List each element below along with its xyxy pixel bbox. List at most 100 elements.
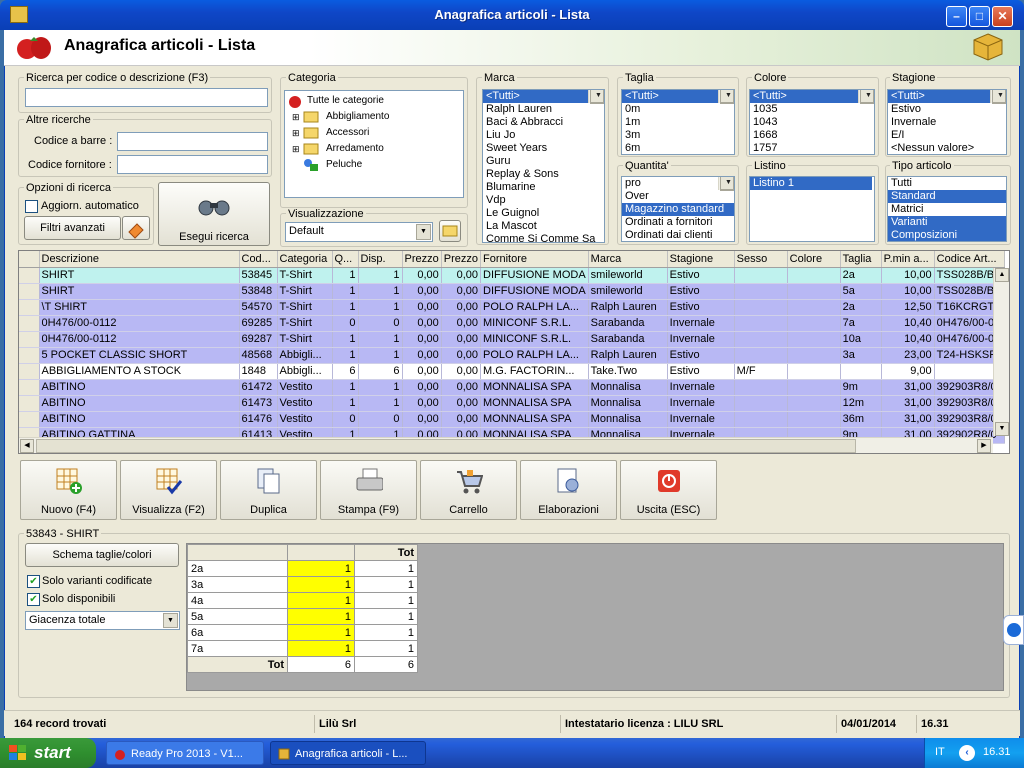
scrollbar[interactable]: ▲▼	[718, 177, 734, 191]
chevron-up-icon[interactable]: ▲	[995, 268, 1009, 282]
table-row[interactable]: ABITINO 61476 Vestito 0 0 0,00 0,00 MONNALISA S…	[19, 411, 1005, 428]
list-item[interactable]: 1043	[750, 116, 874, 129]
scrollbar[interactable]: ▲▼	[718, 90, 734, 104]
scrollbar[interactable]: ▲▼	[858, 90, 874, 104]
list-item[interactable]: <Nessun valore>	[888, 142, 1006, 154]
window-title-bar[interactable]: Anagrafica articoli - Lista – □ ✕	[0, 0, 1024, 30]
grid-vscrollbar[interactable]: ▲ ▼	[993, 268, 1009, 436]
articles-grid[interactable]: Descrizione Cod... Categoria Q... Disp. Prezz…	[18, 250, 1010, 454]
table-row[interactable]: ABITINO 61472 Vestito 1 1 0,00 0,00 MONNALISA S…	[19, 379, 1005, 396]
table-row[interactable]: ABBIGLIAMENTO A STOCK 1848 Abbigli... 6 6 0,0…	[19, 363, 1005, 380]
category-item[interactable]: Abbigliamento	[323, 110, 389, 123]
table-row[interactable]: SHIRT 53845 T-Shirt 1 1 0,00 0,00 DIFFUSIONE MO…	[19, 267, 1005, 284]
taskbar-item-anagrafica[interactable]: Anagrafica articoli - L...	[270, 741, 426, 765]
size-qty-cell[interactable]: 1	[287, 624, 355, 641]
barcode-input[interactable]	[117, 132, 268, 151]
list-item[interactable]: <Tutti>	[483, 90, 604, 103]
expand-icon[interactable]: ⊞	[289, 127, 300, 140]
chevron-left-icon[interactable]: ◀	[20, 439, 34, 453]
list-item[interactable]: Replay & Sons	[483, 168, 604, 181]
list-item[interactable]: Comme Si Comme Sa	[483, 233, 604, 242]
close-button[interactable]: ✕	[992, 6, 1013, 27]
list-item[interactable]: 1035	[750, 103, 874, 116]
size-qty-cell[interactable]: 1	[287, 592, 355, 609]
scroll-thumb[interactable]	[36, 439, 856, 453]
view-select[interactable]: Default	[285, 222, 433, 242]
row-indicator[interactable]	[19, 347, 40, 364]
row-indicator[interactable]	[19, 379, 40, 396]
chevron-right-icon[interactable]: ▶	[977, 439, 991, 453]
view-button[interactable]: Visualizza (F2)	[120, 460, 217, 520]
taskbar-item-readypro[interactable]: Ready Pro 2013 - V1...	[106, 741, 264, 765]
chevron-down-icon[interactable]: ▼	[416, 224, 431, 240]
category-tree[interactable]: Tutte le categorie ⊞ Abbigliamento ⊞ Acc…	[284, 90, 464, 198]
column-header[interactable]: Sesso	[734, 251, 788, 268]
list-item[interactable]: Le Guignol	[483, 207, 604, 220]
list-item[interactable]: 1m	[622, 116, 734, 129]
list-item[interactable]: Matrici	[888, 203, 1006, 216]
only-available-checkbox[interactable]: ✔	[27, 593, 40, 606]
list-item[interactable]: Composizioni	[888, 229, 1006, 241]
list-item[interactable]: Blumarine	[483, 181, 604, 194]
table-row[interactable]: 0H476/00-0112 69287 T-Shirt 1 1 0,00 0,00 MINIC…	[19, 331, 1005, 348]
column-header[interactable]: Prezzo	[402, 251, 442, 268]
new-button[interactable]: Nuovo (F4)	[20, 460, 117, 520]
cart-button[interactable]: Carrello	[420, 460, 517, 520]
price-list-list[interactable]: Listino 1	[749, 176, 875, 242]
column-header[interactable]: Stagione	[667, 251, 735, 268]
row-indicator[interactable]	[19, 363, 40, 380]
row-indicator[interactable]	[19, 331, 40, 348]
only-coded-checkbox[interactable]: ✔	[27, 575, 40, 588]
size-color-schema-button[interactable]: Schema taglie/colori	[25, 543, 179, 567]
row-indicator[interactable]	[19, 299, 40, 316]
language-indicator[interactable]: IT	[935, 746, 945, 758]
column-header[interactable]: Taglia	[840, 251, 882, 268]
table-row[interactable]: ABITINO 61473 Vestito 1 1 0,00 0,00 MONNALISA S…	[19, 395, 1005, 412]
open-view-button[interactable]	[439, 220, 461, 242]
row-indicator[interactable]	[19, 395, 40, 412]
row-indicator[interactable]	[19, 267, 40, 284]
column-header[interactable]: Colore	[787, 251, 841, 268]
category-item[interactable]: Accessori	[323, 126, 369, 139]
row-indicator[interactable]	[19, 411, 40, 428]
season-list[interactable]: <Tutti> Estivo Invernale E/I <Nessun val…	[887, 89, 1007, 155]
category-item[interactable]: Peluche	[323, 158, 362, 171]
scrollbar[interactable]: ▲▼	[990, 90, 1006, 104]
process-button[interactable]: Elaborazioni	[520, 460, 617, 520]
list-item[interactable]: La Mascot	[483, 220, 604, 233]
list-item[interactable]: Standard	[888, 190, 1006, 203]
clear-filter-button[interactable]	[122, 216, 150, 240]
list-item[interactable]: Guru	[483, 155, 604, 168]
table-row[interactable]: 5 POCKET CLASSIC SHORT 48568 Abbigli... 1 1 0…	[19, 347, 1005, 364]
category-root[interactable]: Tutte le categorie	[304, 94, 384, 107]
expand-icon[interactable]: ⊞	[289, 111, 300, 124]
duplicate-button[interactable]: Duplica	[220, 460, 317, 520]
list-item[interactable]: Listino 1	[750, 177, 872, 190]
list-item[interactable]: 3m	[622, 129, 734, 142]
table-row[interactable]: 0H476/00-0112 69285 T-Shirt 0 0 0,00 0,00 MINIC…	[19, 315, 1005, 332]
print-button[interactable]: Stampa (F9)	[320, 460, 417, 520]
start-button[interactable]: start	[0, 738, 96, 768]
table-row[interactable]: SHIRT 53848 T-Shirt 1 1 0,00 0,00 DIFFUSIONE MO…	[19, 283, 1005, 300]
list-item[interactable]: Over	[622, 190, 734, 203]
chevron-left-icon[interactable]: ‹	[959, 745, 975, 761]
list-item[interactable]: Baci & Abbracci	[483, 116, 604, 129]
chevron-down-icon[interactable]: ▼	[163, 613, 178, 628]
column-header[interactable]: P.min a...	[881, 251, 935, 268]
column-header[interactable]: Categoria	[277, 251, 333, 268]
size-qty-cell[interactable]: 1	[287, 560, 355, 577]
list-item[interactable]: Estivo	[888, 103, 1006, 116]
list-item[interactable]: Sweet Years	[483, 142, 604, 155]
size-qty-cell[interactable]: 1	[287, 640, 355, 657]
color-list[interactable]: <Tutti> 1035 1043 1668 1757 ▲▼	[749, 89, 875, 155]
column-header[interactable]: Marca	[588, 251, 668, 268]
column-header[interactable]: Codice Art...	[934, 251, 1005, 268]
list-item[interactable]: Magazzino standard	[622, 203, 734, 216]
row-indicator[interactable]	[19, 283, 40, 300]
column-header[interactable]: Disp.	[358, 251, 403, 268]
size-qty-cell[interactable]: 1	[287, 608, 355, 625]
size-list[interactable]: <Tutti> 0m 1m 3m 6m ▲▼	[621, 89, 735, 155]
teamviewer-tab[interactable]	[1003, 615, 1024, 645]
table-row[interactable]: \T SHIRT 54570 T-Shirt 1 1 0,00 0,00 POLO RALPH…	[19, 299, 1005, 316]
list-item[interactable]: E/I	[888, 129, 1006, 142]
